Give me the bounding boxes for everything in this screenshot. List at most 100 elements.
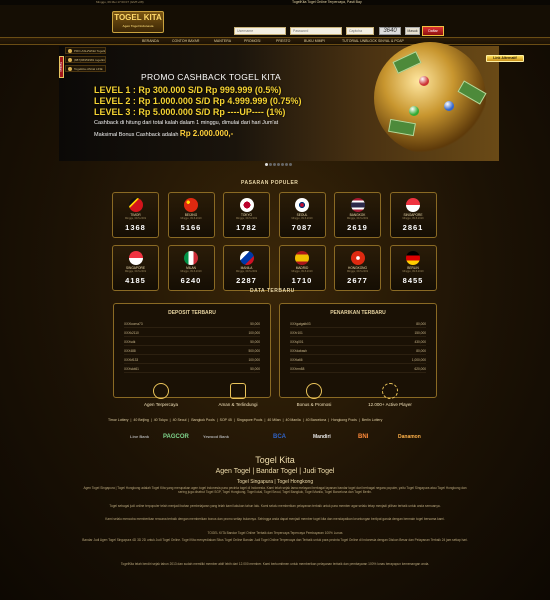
market-result: 5166	[180, 223, 202, 232]
slider-dot[interactable]	[285, 163, 288, 166]
bni-logo: BNI	[358, 434, 369, 440]
nav-buku-mimpi[interactable]: BUKU MIMPI	[304, 39, 325, 43]
row-user: XXXk2110	[124, 331, 139, 335]
mandiri-logo: Mandiri	[313, 434, 331, 440]
flag-icon	[350, 251, 365, 265]
login-button[interactable]: Masuk	[405, 27, 420, 35]
footer-paragraph: TOGEL KITA Bandar Togel Online Terbaik d…	[207, 531, 343, 535]
row-amount: 1,000,000	[411, 358, 426, 362]
pool-link[interactable]: 40 Manila	[286, 418, 301, 422]
row-user: XXXsdk	[124, 340, 136, 344]
pool-link[interactable]: Bangkok Pools	[191, 418, 214, 422]
feature-secure: Aman & Terlindungi	[208, 383, 268, 407]
nav-tutorial[interactable]: TUTORIAL UNBLOCK SINYAL & PCAP	[342, 39, 404, 43]
row-user: XXX488	[124, 349, 136, 353]
nav-presto[interactable]: PRESTO	[276, 39, 290, 43]
pool-link[interactable]: 40 Barcelona	[306, 418, 327, 422]
separator: |	[188, 418, 190, 422]
market-date: Minggu, 09-5-2019	[125, 217, 146, 220]
nav-promosi[interactable]: PROMOSI	[244, 39, 261, 43]
slider-dot[interactable]	[269, 163, 272, 166]
market-card-berlin[interactable]: BERLIN Minggu, 09-5-2019 8455	[389, 245, 437, 291]
pool-link[interactable]: 40 Milan	[267, 418, 280, 422]
market-card-seoul[interactable]: SEOUL Minggu, 09-5-2019 7087	[278, 192, 326, 238]
market-result: 8455	[402, 276, 424, 285]
market-date: Minggu, 09-5-2019	[236, 270, 257, 273]
pool-link[interactable]: 40 Seoul	[173, 418, 187, 422]
market-card-beijing[interactable]: BEIJING Minggu, 09-5-2019 5166	[167, 192, 215, 238]
pasaran-title: PASARAN POPULER	[241, 180, 299, 186]
market-result: 2619	[347, 223, 368, 232]
sidebar-item-line[interactable]: Togelkita official LINE	[65, 65, 106, 72]
clock-icon	[382, 383, 398, 399]
row-amount: 100,000	[248, 331, 260, 335]
promo-level-3: LEVEL 3 : Rp 5.000.000 S/D Rp ----UP----…	[94, 107, 286, 117]
footer-subtitle-2: Togel Singapura | Togel Hongkong	[236, 479, 314, 485]
flag-icon	[406, 198, 420, 212]
site-logo[interactable]: TOGEL KITA Agen Togel Indonesia	[112, 11, 164, 33]
market-result: 6240	[180, 276, 202, 285]
promo-level-2: LEVEL 2 : Rp 1.000.000 S/D Rp 4.999.999 …	[94, 96, 302, 106]
market-card-milan[interactable]: MILAN Minggu, 09-5-2019 6240	[167, 245, 215, 291]
footer-paragraph: TogelKita telah berdiri sejak tahun 2013…	[120, 562, 430, 566]
row-user: XXXlcorna73	[124, 322, 143, 326]
bca-logo: BCA	[273, 434, 286, 440]
pool-link[interactable]: 40 Tokyo	[154, 418, 168, 422]
pool-link[interactable]: Timor Lottery	[108, 418, 129, 422]
market-card-hongkong[interactable]: HONGKONG Minggu, 09-5-2019 2677	[334, 245, 381, 291]
market-card-madrid[interactable]: MADRID Minggu, 09-5-2019 1710	[278, 245, 326, 291]
alt-link-button[interactable]: Link Alternatif	[486, 55, 524, 62]
table-row: XXXk2110 100,000	[124, 331, 260, 337]
slider-dot[interactable]	[277, 163, 280, 166]
row-amount: 150,000	[414, 331, 426, 335]
withdraw-title: PENARIKAN TERBARU	[330, 310, 386, 316]
market-result: 1710	[291, 276, 313, 285]
gift-icon	[306, 383, 322, 399]
username-input[interactable]	[234, 27, 286, 35]
nav-beranda[interactable]: BERANDA	[142, 39, 159, 43]
sidebar-item-phone[interactable]: (887)96953981 togelkita live	[65, 56, 106, 63]
promo-title: PROMO CASHBACK TOGEL KITA	[141, 72, 281, 82]
row-amount: 80,000	[416, 349, 426, 353]
flag-icon	[128, 251, 143, 265]
table-row: XXXta66 1,000,000	[290, 358, 426, 364]
danamon-logo: Danamon	[398, 434, 421, 440]
promo-banner[interactable]: PROMO CASHBACK TOGEL KITA LEVEL 1 : Rp 3…	[59, 42, 499, 166]
captcha-input[interactable]	[346, 27, 374, 35]
pool-link[interactable]: SOP 45	[220, 418, 232, 422]
row-user: XXXdabash	[290, 349, 307, 353]
pool-link[interactable]: Berlin Lottery	[362, 418, 383, 422]
sidebar-item-whatsapp[interactable]: PRO-ASH/WhEt Togelkita	[65, 47, 106, 54]
row-user: XXXta66	[290, 358, 303, 362]
row-amount: 500,000	[248, 349, 260, 353]
market-card-manila[interactable]: MANILA Minggu, 09-5-2019 2287	[223, 245, 270, 291]
market-card-bangkok[interactable]: BANGKOK Minggu, 09-5-2019 2619	[334, 192, 381, 238]
logo-text: TOGEL KITA	[114, 13, 162, 22]
market-card-singapore[interactable]: SINGAPORE Minggu, 09-5-2019 4185	[112, 245, 159, 291]
password-input[interactable]	[290, 27, 342, 35]
feature-bonus: Bonus & Promosi	[284, 383, 344, 407]
side-tab[interactable]: Tarikan	[59, 56, 64, 78]
separator: |	[150, 418, 152, 422]
register-button[interactable]: Daftar	[422, 26, 444, 36]
date-text: Minggu, 09 Mei 17:00:07 (GMT+08)	[96, 0, 144, 4]
market-card-timor[interactable]: TIMOR Minggu, 09-5-2019 1368	[112, 192, 159, 238]
slider-dot[interactable]	[281, 163, 284, 166]
nav-contoh-bayar[interactable]: CONTOH BAYAR	[172, 39, 199, 43]
pool-link[interactable]: 40 Beijing	[133, 418, 148, 422]
market-card-tokyo[interactable]: TOKYO Minggu, 09-5-2019 1782	[223, 192, 270, 238]
market-card-singapore[interactable]: SINGAPORE Minggu, 09-5-2019 2861	[389, 192, 437, 238]
nav-mantera[interactable]: MANTERA	[214, 39, 231, 43]
feature-label: Bonus & Promosi	[296, 402, 332, 407]
promo-max-label: Maksimal Bonus Cashback adalah	[94, 132, 179, 138]
row-user: XXXmn88	[290, 367, 305, 371]
slider-dot[interactable]	[265, 163, 268, 166]
ball-decoration	[409, 106, 419, 116]
pool-link[interactable]: Hongkong Pools	[331, 418, 357, 422]
pool-link[interactable]: Singapore Pools	[237, 418, 263, 422]
feature-trusted: Agen Terpercaya	[131, 383, 191, 407]
slider-dot[interactable]	[273, 163, 276, 166]
table-row: XXXslot61 50,000	[124, 367, 260, 373]
slider-dot[interactable]	[289, 163, 292, 166]
pools-list: Timor Lottery | 40 Beijing | 40 Tokyo | 40 Seo…	[108, 418, 448, 427]
